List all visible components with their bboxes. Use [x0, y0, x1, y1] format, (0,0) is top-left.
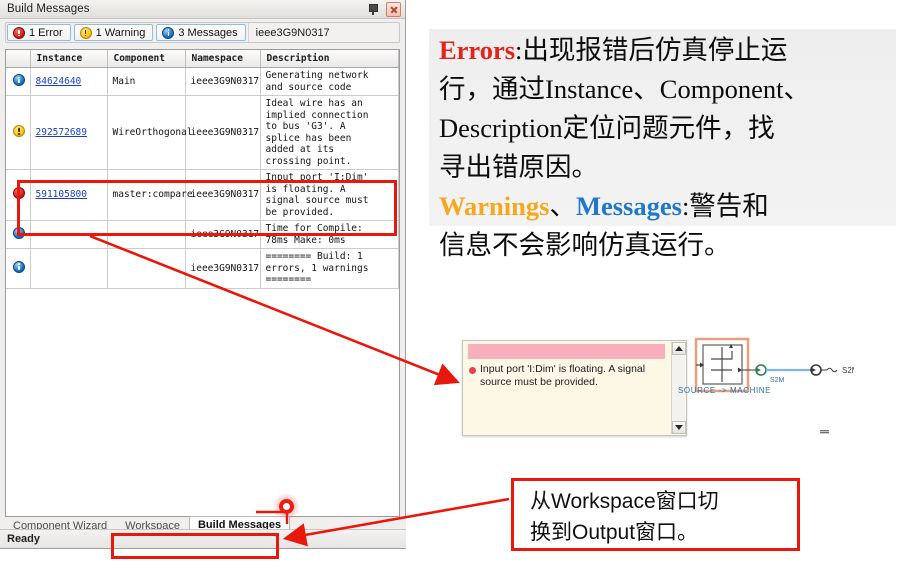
- row-severity-icon-cell: [6, 220, 31, 249]
- explanation-line-2: 行，通过Instance、Component、: [439, 74, 810, 104]
- error-dot-icon: [469, 367, 476, 374]
- callout-line-2: 换到Output窗口。: [530, 521, 699, 544]
- filter-messages-label: 3 Messages: [178, 26, 238, 39]
- pin-icon[interactable]: [365, 2, 380, 17]
- info-icon: [162, 26, 175, 39]
- row-namespace-cell: ieee3G9N0317: [185, 95, 261, 170]
- grid-header-description[interactable]: Description: [260, 50, 399, 68]
- circuit-symbol-diagram: S2M S2M: [694, 337, 859, 407]
- table-row[interactable]: ieee3G9N0317 ======== Build: 1 errors, 1…: [6, 248, 399, 289]
- row-component-cell: master:compare: [107, 169, 193, 221]
- table-row[interactable]: ieee3G9N0317 Time for Compile: 78ms Make…: [6, 220, 399, 249]
- row-component-cell: WireOrthogonal: [107, 95, 193, 170]
- filter-button-warnings[interactable]: 1 Warning: [73, 24, 154, 41]
- explanation-line-4: 寻出错原因。: [439, 152, 598, 182]
- row-component-cell: [107, 220, 186, 249]
- net-label-1: S2M: [770, 377, 785, 384]
- instance-link[interactable]: 292572689: [36, 127, 87, 138]
- explanation-line-6: 信息不会影响仿真运行。: [439, 230, 731, 260]
- window-title: Build Messages: [7, 3, 90, 15]
- callout-line-1: 从Workspace窗口切: [530, 490, 719, 513]
- info-icon: [12, 260, 25, 273]
- tooltip-body: Input port 'I:Dim' is floating. A signal…: [463, 359, 686, 388]
- tooltip-header-bar: [468, 344, 665, 359]
- row-instance-cell[interactable]: [30, 220, 108, 249]
- error-icon: [13, 26, 25, 39]
- error-icon: [12, 187, 25, 200]
- filter-warnings-label: 1 Warning: [95, 26, 146, 39]
- table-row[interactable]: 591105800 master:compare ieee3G9N0317 In…: [6, 169, 399, 221]
- close-icon[interactable]: [386, 2, 401, 17]
- row-description-cell: Generating network and source code: [260, 67, 399, 96]
- explanation-text-panel: Errors:出现报错后仿真停止运 行，通过Instance、Component…: [429, 29, 896, 260]
- errors-keyword: Errors: [439, 35, 516, 65]
- line5-sep: 、: [549, 191, 576, 221]
- table-row[interactable]: 84624640 Main ieee3G9N0317 Generating ne…: [6, 67, 399, 96]
- row-component-cell: [107, 248, 186, 289]
- row-instance-cell[interactable]: 84624640: [30, 67, 108, 96]
- grid-header-component[interactable]: Component: [107, 50, 186, 68]
- info-icon: [12, 226, 25, 239]
- circuit-source-machine-label: SOURCE -> MACHINE: [678, 386, 772, 395]
- error-tooltip-popup: Input port 'I:Dim' is floating. A signal…: [462, 340, 687, 436]
- workspace-switch-callout: 从Workspace窗口切 换到Output窗口。: [511, 478, 800, 551]
- messages-grid: Instance Component Namespace Description…: [6, 50, 399, 289]
- grid-header-row: Instance Component Namespace Description: [6, 50, 399, 68]
- explanation-line-1: Errors:出现报错后仿真停止运: [439, 31, 890, 70]
- status-text: Ready: [7, 533, 41, 545]
- row-severity-icon-cell: [6, 248, 31, 289]
- grid-header-icon[interactable]: [6, 50, 31, 68]
- row-severity-icon-cell: [6, 95, 31, 170]
- namespace-filter-label[interactable]: ieee3G9N0317: [247, 23, 337, 42]
- grid-header-namespace[interactable]: Namespace: [185, 50, 261, 68]
- row-namespace-cell: ieee3G9N0317: [185, 169, 261, 221]
- row-component-cell: Main: [107, 67, 186, 96]
- table-row[interactable]: 292572689 WireOrthogonal ieee3G9N0317 Id…: [6, 95, 399, 170]
- row-namespace-cell: ieee3G9N0317: [185, 220, 261, 249]
- explanation-line-5: Warnings、Messages:警告和: [439, 187, 890, 226]
- warning-icon: [79, 26, 92, 39]
- instance-link[interactable]: 591105800: [36, 189, 87, 200]
- filter-button-errors[interactable]: 1 Error: [7, 24, 71, 41]
- row-instance-cell[interactable]: [30, 248, 108, 289]
- filter-errors-label: 1 Error: [29, 26, 63, 39]
- row-description-cell: ======== Build: 1 errors, 1 warnings ===…: [260, 248, 399, 289]
- warnings-keyword: Warnings: [439, 191, 550, 221]
- build-messages-window: Build Messages 1 Error 1 Warning 3 Messa…: [0, 0, 406, 549]
- screenshot-root: Build Messages 1 Error 1 Warning 3 Messa…: [0, 0, 905, 569]
- stray-mark-icon: [820, 430, 829, 434]
- grid-header-instance[interactable]: Instance: [30, 50, 108, 68]
- filter-button-messages[interactable]: 3 Messages: [156, 24, 246, 41]
- message-filter-toolbar: 1 Error 1 Warning 3 Messages ieee3G9N031…: [5, 22, 400, 43]
- tooltip-message-text: Input port 'I:Dim' is floating. A signal…: [480, 363, 646, 388]
- row-severity-icon-cell: [6, 67, 31, 96]
- scroll-down-arrow-icon[interactable]: [672, 421, 686, 434]
- row-severity-icon-cell: [6, 169, 31, 221]
- row-namespace-cell: ieee3G9N0317: [185, 67, 261, 96]
- red-dot-marker-icon: [273, 493, 300, 520]
- row-instance-cell[interactable]: 292572689: [30, 95, 108, 170]
- line5-rest: :警告和: [681, 191, 769, 221]
- row-description-cell: Input port 'I:Dim' is floating. A signal…: [260, 169, 399, 221]
- messages-grid-container[interactable]: Instance Component Namespace Description…: [5, 49, 400, 517]
- explanation-line-3: Description定位问题元件，找: [439, 113, 775, 143]
- info-icon: [12, 73, 25, 86]
- row-instance-cell[interactable]: 591105800: [30, 169, 108, 221]
- titlebar-buttons: [365, 2, 401, 17]
- explanation-line-1-rest: :出现报错后仿真停止运: [515, 35, 788, 65]
- warning-icon: [12, 124, 25, 137]
- instance-link[interactable]: 84624640: [36, 76, 82, 87]
- row-namespace-cell: ieee3G9N0317: [185, 248, 261, 289]
- messages-keyword: Messages: [575, 191, 682, 221]
- circuit-svg: S2M S2M: [694, 337, 859, 393]
- status-bar: Ready: [0, 529, 406, 548]
- net-label-2: S2M: [842, 366, 854, 375]
- row-description-cell: Time for Compile: 78ms Make: 0ms: [260, 220, 399, 249]
- scroll-up-arrow-icon[interactable]: [672, 342, 686, 355]
- row-description-cell: Ideal wire has an implied connection to …: [260, 95, 399, 170]
- window-titlebar: Build Messages: [0, 0, 405, 19]
